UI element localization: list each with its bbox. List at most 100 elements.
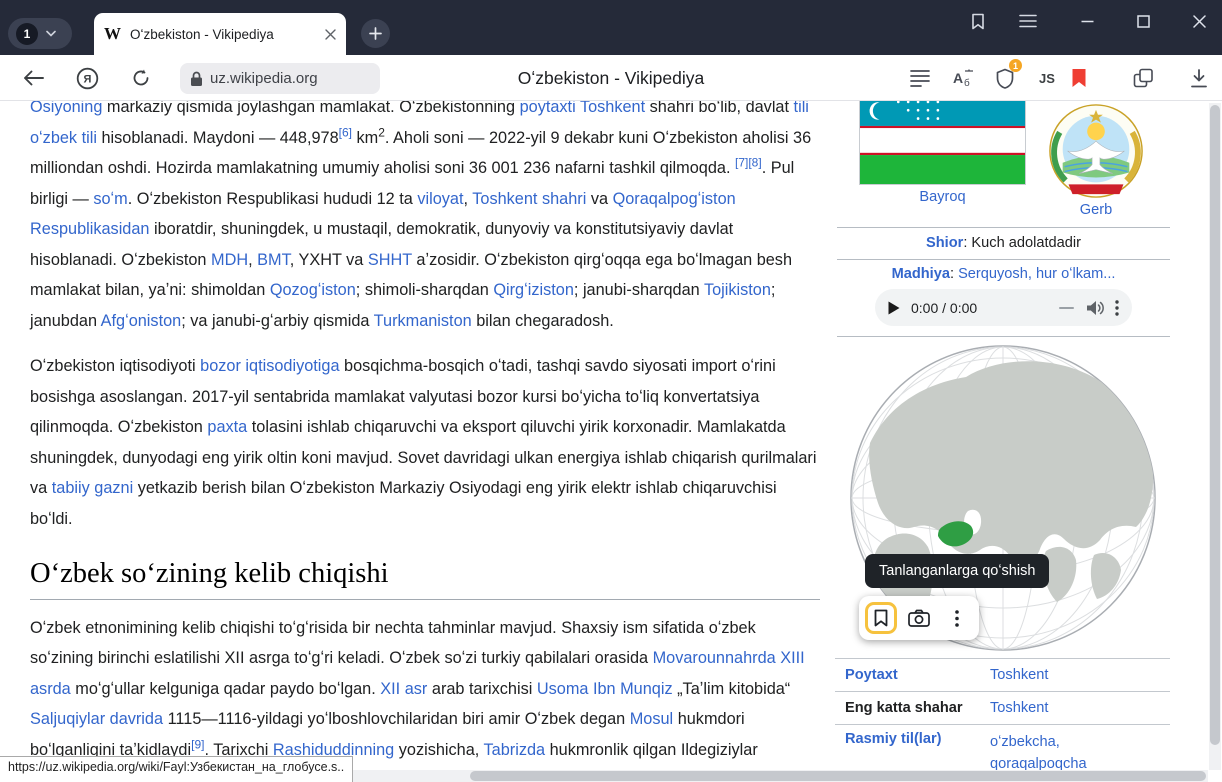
wiki-link[interactable]: Movarounnahrda [653,649,776,667]
wiki-link[interactable]: paxta [207,418,247,436]
wiki-link[interactable]: Toshkent shahri [472,190,586,208]
extensions-button[interactable] [1128,63,1158,93]
text-run: va [586,190,612,208]
emblem-image[interactable] [1047,102,1145,200]
emblem-caption[interactable]: Gerb [1047,202,1145,218]
vertical-scrollbar-thumb[interactable] [1210,105,1220,745]
wiki-link[interactable]: Turkmaniston [374,312,472,330]
active-tab[interactable]: W Oʻzbekiston - Vikipediya [94,13,346,55]
wiki-link[interactable]: Madhiya [892,266,950,282]
wiki-link[interactable]: MDH [211,251,248,269]
bookmark-outline-icon [874,609,888,627]
superscript-text: 2 [378,125,385,139]
wiki-link[interactable]: soʻm [93,190,127,208]
uzbekistan-flag [860,101,1025,184]
maximize-button[interactable] [1130,8,1156,34]
back-button[interactable] [18,63,48,93]
reference-link[interactable]: [8] [748,156,761,170]
text-run: : [950,266,958,282]
row-label[interactable]: Rasmiy til(lar) [835,731,990,747]
reference-link[interactable]: [7] [735,156,748,170]
wiki-link[interactable]: Tojikiston [704,281,771,299]
tab-close-icon[interactable] [325,29,336,40]
wiki-link[interactable]: poytaxti [520,101,576,116]
row-value[interactable]: Toshkent [990,700,1170,716]
wiki-link[interactable]: XII asr [380,680,427,698]
vertical-scrollbar[interactable] [1209,103,1221,770]
text-run: km [352,129,378,147]
translate-button[interactable]: Aб [948,63,978,93]
reload-button[interactable] [126,63,156,93]
download-icon [1190,69,1208,88]
visual-search-button[interactable] [900,599,938,637]
text-run: hisoblanadi. Maydoni — 448,978 [97,129,339,147]
javascript-button[interactable]: JS [1032,63,1062,93]
reader-mode-button[interactable] [905,63,935,93]
flag-caption[interactable]: Bayroq [859,189,1026,205]
text-run: : Kuch adolatdadir [963,235,1081,251]
table-row: Poytaxt Toshkent [835,658,1170,691]
wiki-link[interactable]: Afgʻoniston [101,312,182,330]
javascript-icon: JS [1039,71,1055,86]
wiki-link[interactable]: Qozogʻiston [270,281,356,299]
play-icon[interactable] [888,301,900,315]
add-to-favorites-button[interactable] [862,599,900,637]
protect-shield-button[interactable]: 1 [990,63,1020,93]
volume-button[interactable] [1086,300,1105,316]
row-label[interactable]: Poytaxt [835,667,990,683]
wiki-link[interactable]: BMT [257,251,290,269]
wiki-link[interactable]: tabiiy gazni [52,479,133,497]
wiki-link[interactable]: bozor iqtisodiyotiga [200,357,339,375]
text-run: ; shimoli-sharqdan [356,281,494,299]
wiki-link[interactable]: Usoma Ibn Munqiz [537,680,673,698]
downloads-button[interactable] [1184,63,1214,93]
bookmark-button[interactable] [1064,63,1094,93]
wiki-link[interactable]: Shior [926,235,963,251]
wiki-link[interactable]: tili [794,101,809,116]
wiki-link[interactable]: Toshkent [580,101,645,116]
text-run: markaziy qismida joylashgan mamlakat. Oʻ… [102,101,519,116]
reference-link[interactable]: [6] [339,125,352,139]
new-tab-button[interactable] [361,19,390,48]
wiki-link[interactable]: Qirgʻiziston [493,281,574,299]
highlight-frame [865,602,897,634]
flag-image[interactable] [859,101,1026,185]
status-url-bar: https://uz.wikipedia.org/wiki/Fayl:Узбек… [0,756,353,782]
country-infobox: Bayroq Gerb Shior: Kuch ad [835,101,1172,782]
wiki-link[interactable]: oʻzbek tili [30,129,97,147]
horizontal-scrollbar-thumb[interactable] [470,771,1206,781]
wiki-link[interactable]: Saljuqiylar davrida [30,710,163,728]
wiki-link[interactable]: Serquyosh, hur oʻlkam... [958,266,1115,282]
text-run: ; janubi-sharqdan [574,281,704,299]
address-bar[interactable]: uz.wikipedia.org [180,63,380,94]
wiki-link[interactable]: SHHT [368,251,412,269]
minimize-button[interactable] [1074,8,1100,34]
lock-icon [190,71,203,87]
extensions-icon [1133,68,1154,89]
audio-seekbar [1059,307,1074,309]
reference-link[interactable]: [9] [191,737,204,751]
window-close-button[interactable] [1186,8,1212,34]
panel-flag-button[interactable] [965,8,991,34]
svg-text:б: б [964,77,970,88]
text-run: Oʻzbekiston iqtisodiyoti [30,357,200,375]
wiki-link[interactable]: Mosul [630,710,673,728]
wikipedia-favicon: W [104,24,121,44]
text-run: , [248,251,257,269]
image-action-bar [859,596,979,640]
kebab-menu-icon [955,610,959,627]
tab-group-button[interactable]: 1 [8,18,72,49]
wiki-link[interactable]: Tabrizda [484,741,546,759]
image-more-button[interactable] [938,599,976,637]
close-icon [1193,15,1206,28]
wiki-link[interactable]: viloyat [417,190,463,208]
audio-menu-button[interactable] [1115,300,1119,316]
wiki-link[interactable]: Osiyoning [30,101,102,116]
kebab-menu-icon [1115,300,1119,316]
infobox-table: Poytaxt Toshkent Eng katta shahar Toshke… [835,658,1170,782]
yandex-home-button[interactable]: Я [72,63,102,93]
row-value[interactable]: oʻzbekcha, qoraqalpoqcha [990,731,1170,775]
row-value[interactable]: Toshkent [990,667,1170,683]
browser-menu-button[interactable] [1015,8,1041,34]
table-row: Eng katta shahar Toshkent [835,691,1170,724]
